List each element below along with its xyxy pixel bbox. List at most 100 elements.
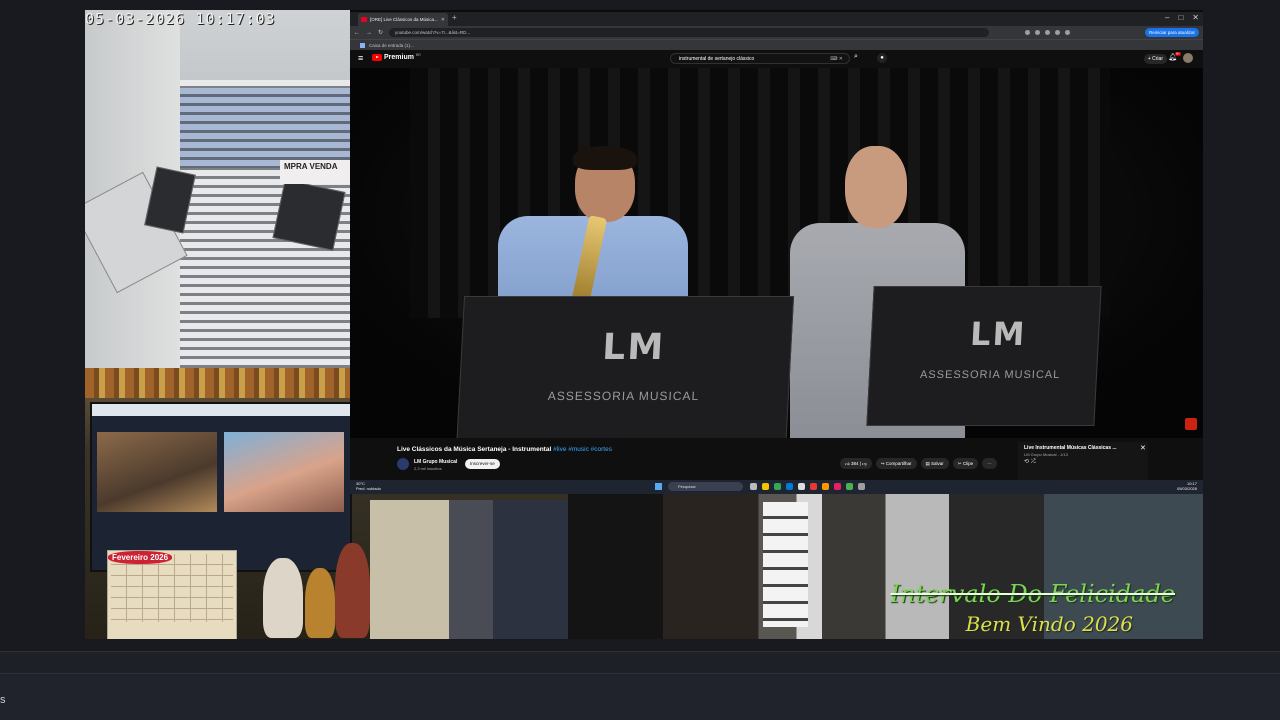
channel-watermark-icon[interactable] <box>1185 418 1197 430</box>
bookmark-item[interactable]: Caixa de entrada (1)... <box>369 43 414 48</box>
close-icon[interactable]: ✕ <box>441 17 445 23</box>
channel-name[interactable]: LM Grupo Musical <box>414 459 457 465</box>
weather-desc: Pred. nublado <box>356 486 381 491</box>
notification-badge: 9+ <box>1175 52 1181 56</box>
music-stand: LM ASSESSORIA MUSICAL <box>455 296 795 438</box>
tab-title: [ORE] Live Clássicos da Música... <box>370 17 438 22</box>
playlist-controls: ⟲ ⤮ <box>1018 458 1148 466</box>
subscriber-count: 2,3 mil inscritos <box>414 466 442 471</box>
extension-icon[interactable] <box>1055 30 1061 35</box>
update-button[interactable]: Reiniciar para atualizar <box>1144 28 1199 37</box>
task-view-icon[interactable] <box>750 483 757 490</box>
system-tray-clock[interactable]: 10:17 05/03/2026 <box>1177 481 1197 491</box>
address-bar-row: ← → ↻ youtube.com/watch?v=7r...&list=RD.… <box>350 26 1203 39</box>
search-input[interactable]: instrumental de sertanejo clássico ⌨ ✕ <box>670 53 850 64</box>
bottom-app-bar <box>0 673 1280 720</box>
app-icon[interactable] <box>798 483 805 490</box>
save-button[interactable]: ▤ Salvar <box>920 458 949 469</box>
windows-start-icon[interactable] <box>655 483 662 490</box>
url-field[interactable]: youtube.com/watch?v=7r...&list=RD... <box>389 28 990 37</box>
wall-calendar: Fevereiro 2026 <box>107 550 237 639</box>
search-icon[interactable]: ⌕ <box>854 53 858 61</box>
room-window <box>763 502 808 627</box>
game-stream-thumbnail <box>224 432 344 512</box>
back-icon[interactable]: ← <box>354 30 360 36</box>
apps-icon[interactable] <box>360 42 365 48</box>
subscribe-button[interactable]: Inscrever-se <box>465 459 500 469</box>
calendar-title: Fevereiro 2026 <box>108 551 173 564</box>
figurine <box>335 543 370 638</box>
edge-icon[interactable] <box>786 483 793 490</box>
clip-label: Clipe <box>962 461 974 466</box>
window-controls: – □ ✕ <box>1165 13 1199 22</box>
taskbar-search[interactable]: Pesquisar <box>668 482 743 491</box>
microphone-icon[interactable]: ● <box>877 53 887 63</box>
weather-widget[interactable]: 30°C Pred. nublado <box>356 481 381 491</box>
app-icon[interactable] <box>834 483 841 490</box>
channel-avatar[interactable] <box>397 458 409 470</box>
minimize-icon[interactable]: – <box>1165 13 1169 22</box>
cctv-timestamp: 05-03-2026 10:17:03 <box>85 10 276 28</box>
bookshelf <box>85 368 350 398</box>
menu-icon[interactable]: ≡ <box>358 53 363 63</box>
like-button[interactable]: 👍︎ 384 | 👎︎ <box>840 458 872 469</box>
musician-hair <box>573 146 637 170</box>
browser-window: [ORE] Live Clássicos da Música... ✕ + – … <box>350 12 1203 494</box>
game-stream-thumbnail <box>97 432 217 512</box>
windows-taskbar: 30°C Pred. nublado Pesquisar 10:17 05/03… <box>350 480 1203 494</box>
share-button[interactable]: ↪ Compartilhar <box>875 458 917 469</box>
search-query: instrumental de sertanejo clássico <box>679 56 755 62</box>
share-label: Compartilhar <box>885 461 912 466</box>
extension-icon[interactable] <box>1065 30 1071 35</box>
reload-icon[interactable]: ↻ <box>378 29 383 36</box>
dark-device <box>272 179 346 251</box>
country-code: BR <box>415 53 421 57</box>
file-explorer-icon[interactable] <box>762 483 769 490</box>
shuffle-icon[interactable]: ⤮ <box>1031 459 1036 465</box>
extension-icon[interactable] <box>1025 30 1031 35</box>
maximize-icon[interactable]: □ <box>1178 13 1183 22</box>
keyboard-icon[interactable]: ⌨ ✕ <box>830 54 843 64</box>
more-actions-icon[interactable]: ··· <box>982 458 997 469</box>
playlist-title: Live Instrumental Músicas Clássicas ... <box>1024 445 1117 451</box>
video-actions: 👍︎ 384 | 👎︎ ↪ Compartilhar ▤ Salvar ✂ Cl… <box>840 458 997 469</box>
app-icon[interactable] <box>846 483 853 490</box>
screen: MPRA VENDA 05-03-2026 10:17:03 Fevereiro… <box>0 0 1280 720</box>
cctv-camera-view: MPRA VENDA 05-03-2026 10:17:03 <box>85 10 350 368</box>
close-window-icon[interactable]: ✕ <box>1192 13 1199 22</box>
avatar[interactable] <box>1183 53 1193 63</box>
stand-text: ASSESSORIA MUSICAL <box>547 389 700 403</box>
like-count: 384 <box>850 461 859 466</box>
forward-icon[interactable]: → <box>366 30 372 36</box>
sky-through-blinds <box>180 88 350 168</box>
overlay-subtitle: Bem Vindo 2026 <box>965 612 1133 636</box>
app-icon[interactable] <box>822 483 829 490</box>
chrome-icon[interactable] <box>774 483 781 490</box>
new-tab-icon[interactable]: + <box>452 13 457 22</box>
extensions <box>1025 30 1071 35</box>
extension-icon[interactable] <box>1035 30 1041 35</box>
monitor-browser-bar <box>92 404 350 416</box>
stand-logo: LM <box>601 327 667 368</box>
video-title-text: Live Clássicos da Música Sertaneja - Ins… <box>397 446 552 453</box>
app-icon[interactable] <box>810 483 817 490</box>
stand-text: ASSESSORIA MUSICAL <box>919 369 1061 381</box>
overlay-title: Intervalo Do Felicidade <box>890 580 1175 608</box>
browser-tab[interactable]: [ORE] Live Clássicos da Música... ✕ <box>358 13 448 26</box>
youtube-brand: Premium <box>384 54 414 61</box>
music-stand: LM ASSESSORIA MUSICAL <box>866 286 1102 426</box>
extension-icon[interactable] <box>1045 30 1051 35</box>
settings-icon[interactable] <box>858 483 865 490</box>
youtube-favicon-icon <box>361 17 367 22</box>
video-player[interactable]: LM ASSESSORIA MUSICAL LM ASSESSORIA MUSI… <box>350 68 1203 438</box>
loop-icon[interactable]: ⟲ <box>1024 459 1029 465</box>
youtube-logo[interactable]: Premium BR <box>372 53 421 61</box>
video-title: Live Clássicos da Música Sertaneja - Ins… <box>397 446 612 453</box>
shop-sign: MPRA VENDA <box>280 160 350 184</box>
create-button[interactable]: + Criar <box>1143 54 1167 64</box>
youtube-play-icon <box>372 54 382 61</box>
player-controls-band <box>0 651 1280 673</box>
close-icon[interactable]: ✕ <box>1140 444 1146 452</box>
clip-button[interactable]: ✂ Clipe <box>952 458 979 469</box>
video-hashtags[interactable]: #live #music #cortes <box>553 446 612 453</box>
